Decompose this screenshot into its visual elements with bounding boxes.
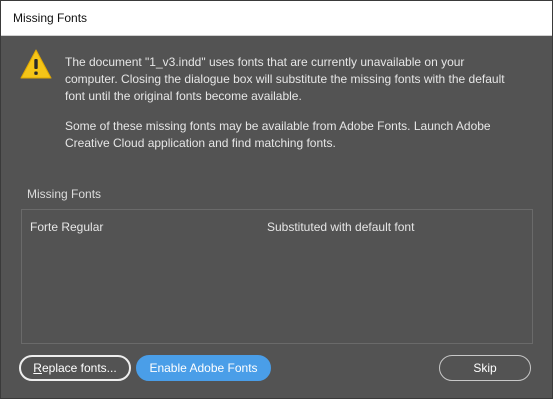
missing-fonts-dialog: Missing Fonts The document "1_v3.indd" u…: [0, 0, 553, 399]
missing-fonts-message: The document "1_v3.indd" uses fonts that…: [65, 55, 505, 103]
replace-fonts-label: eplace fonts...: [41, 361, 117, 375]
skip-button[interactable]: Skip: [439, 355, 531, 381]
font-name: Forte Regular: [30, 220, 104, 234]
substitution-status: Substituted with default font: [267, 220, 415, 234]
dialog-title: Missing Fonts: [13, 11, 88, 25]
enable-adobe-fonts-button[interactable]: Enable Adobe Fonts: [136, 355, 271, 381]
replace-fonts-mnemonic: R: [33, 361, 42, 375]
title-bar[interactable]: Missing Fonts: [1, 1, 552, 36]
missing-fonts-label: Missing Fonts: [27, 187, 102, 201]
missing-fonts-list[interactable]: Forte Regular Substituted with default f…: [21, 209, 533, 344]
adobe-fonts-message: Some of these missing fonts may be avail…: [65, 119, 491, 150]
list-item[interactable]: Forte Regular Substituted with default f…: [22, 210, 532, 244]
replace-fonts-button[interactable]: Replace fonts...: [19, 355, 131, 381]
warning-icon: [20, 49, 52, 79]
